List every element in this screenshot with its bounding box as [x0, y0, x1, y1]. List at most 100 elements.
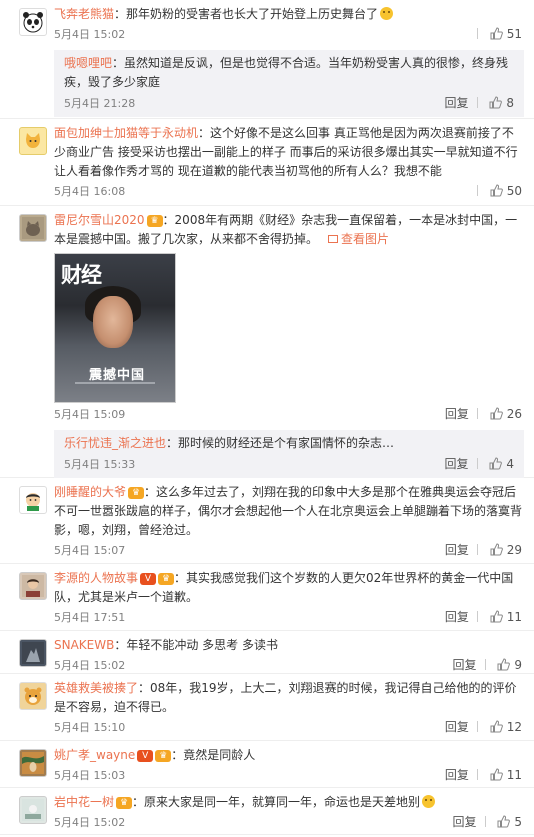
- comment-username[interactable]: 英雄救美被揍了: [54, 681, 138, 695]
- thumbs-up-icon: [497, 815, 511, 828]
- thumbs-up-icon: [497, 658, 511, 671]
- avatar[interactable]: [19, 639, 47, 667]
- comment-username[interactable]: 面包加绅士加猫等于永动机: [54, 126, 198, 140]
- avatar[interactable]: [19, 127, 47, 155]
- reply-text: 乐行忧违_渐之进也：那时候的财经还是个有家国情怀的杂志…: [64, 434, 516, 453]
- thumbs-up-icon: [490, 27, 503, 40]
- reply-time: 5月4日 21:28: [64, 97, 136, 110]
- reply-button[interactable]: 回复: [445, 407, 469, 421]
- like-button[interactable]: 29: [490, 543, 522, 557]
- like-count: 26: [506, 407, 522, 421]
- cat-photo-avatar-icon: [22, 217, 44, 239]
- photo-caption-line: [75, 382, 155, 384]
- reply-button[interactable]: 回复: [445, 610, 469, 624]
- reply-button[interactable]: 回复: [445, 543, 469, 557]
- reply-time: 5月4日 15:33: [64, 458, 136, 471]
- comment-meta: 5月4日 15:07 回复 29: [54, 541, 524, 560]
- thumbs-up-icon: [490, 610, 503, 623]
- like-count: 4: [506, 457, 514, 471]
- comment-time: 5月4日 15:02: [54, 659, 126, 672]
- comment-item: 刚睡醒的大爷 ♛ ：这么多年过去了，刘翔在我的印象中大多是那个在雅典奥运会夺冠后不可…: [0, 478, 534, 564]
- like-button[interactable]: 12: [490, 720, 522, 734]
- thumbs-up-icon: [490, 720, 503, 733]
- comment-body: ：年轻不能冲动 多思考 多读书: [114, 638, 278, 652]
- reply-text: 哦嗯哩吧：虽然知道是反讽，但是也觉得不合适。当年奶粉受害人真的很惨，终身残疾，毁…: [64, 54, 516, 92]
- divider: [484, 816, 486, 827]
- grin-emoji-icon: [380, 7, 394, 20]
- reply-button[interactable]: 回复: [453, 658, 477, 672]
- thumbs-up-icon: [490, 407, 503, 420]
- comment-username[interactable]: 姚广孝_wayne: [54, 748, 135, 762]
- verified-v-badge-icon: V: [140, 573, 157, 585]
- comment-username[interactable]: SNAKEWB: [54, 638, 114, 652]
- panda-avatar-icon: [23, 12, 43, 33]
- comment-text: 姚广孝_wayne V ♛ ：竟然是同龄人: [54, 746, 524, 765]
- magazine-logo: 财经: [61, 262, 102, 287]
- like-button[interactable]: 9: [497, 658, 522, 672]
- vip-badge-icon: ♛: [146, 215, 163, 227]
- like-button[interactable]: 4: [489, 457, 514, 471]
- attached-photo[interactable]: 财经 震撼中国: [54, 253, 176, 403]
- like-count: 12: [506, 720, 522, 734]
- thumbs-up-icon: [489, 457, 503, 470]
- thumbs-up-icon: [489, 96, 503, 109]
- magazine-cover-title: 震撼中国: [89, 368, 146, 383]
- comment-item: SNAKEWB：年轻不能冲动 多思考 多读书 5月4日 15:02 回复 9: [0, 631, 534, 674]
- avatar[interactable]: [19, 214, 47, 242]
- sweat-smile-emoji-icon: [422, 795, 436, 808]
- divider: [484, 659, 486, 670]
- avatar[interactable]: [19, 486, 47, 514]
- comment-meta: 5月4日 15:09 回复 26: [54, 405, 524, 424]
- like-button[interactable]: 11: [490, 610, 522, 624]
- vip-badge-icon: ♛: [116, 797, 133, 809]
- view-picture-link[interactable]: 查看图片: [328, 232, 389, 246]
- comment-body: ：竟然是同龄人: [171, 748, 256, 762]
- avatar[interactable]: [19, 8, 47, 36]
- comment-text: 刚睡醒的大爷 ♛ ：这么多年过去了，刘翔在我的印象中大多是那个在雅典奥运会夺冠后不可…: [54, 483, 524, 540]
- comment-body: ：原来大家是同一年，就算同一年，命运也是天差地别: [132, 795, 421, 809]
- like-button[interactable]: 5: [497, 815, 522, 829]
- reply-button[interactable]: 回复: [445, 768, 469, 782]
- divider: [476, 28, 478, 39]
- like-count: 5: [514, 815, 522, 829]
- comment-time: 5月4日 15:10: [54, 721, 126, 734]
- comment-meta: 5月4日 15:02 51: [54, 25, 524, 44]
- reply-button[interactable]: 回复: [445, 720, 469, 734]
- comment-username[interactable]: 飞奔老熊猫: [54, 7, 114, 21]
- vip-badge-icon: ♛: [155, 750, 172, 762]
- comment-time: 5月4日 15:02: [54, 28, 126, 41]
- like-button[interactable]: 11: [490, 768, 522, 782]
- like-count: 29: [506, 543, 522, 557]
- comment-item: 岩中花一树 ♛ ：原来大家是同一年，就算同一年，命运也是天差地别 5月4日 15:0…: [0, 788, 534, 835]
- comment-username[interactable]: 刚睡醒的大爷: [54, 485, 126, 499]
- reply-username[interactable]: 哦嗯哩吧: [64, 56, 112, 70]
- thumbs-up-icon: [490, 184, 503, 197]
- comment-actions: 回复 26: [445, 405, 522, 424]
- avatar[interactable]: [19, 796, 47, 824]
- verified-v-badge-icon: V: [137, 750, 154, 762]
- comment-time: 5月4日 15:02: [54, 816, 126, 829]
- reply-username[interactable]: 乐行忧违_渐之进也: [64, 436, 166, 450]
- reply-button[interactable]: 回复: [453, 815, 477, 829]
- reply-block: 乐行忧违_渐之进也：那时候的财经还是个有家国情怀的杂志… 5月4日 15:33 …: [54, 430, 524, 478]
- comment-body: ：那年奶粉的受害者也长大了开始登上历史舞台了: [114, 7, 379, 21]
- like-button[interactable]: 8: [489, 96, 514, 110]
- reply-button[interactable]: 回复: [445, 457, 469, 471]
- like-button[interactable]: 51: [490, 27, 522, 41]
- like-button[interactable]: 26: [490, 407, 522, 421]
- avatar[interactable]: [19, 572, 47, 600]
- comment-time: 5月4日 17:51: [54, 611, 126, 624]
- comment-username[interactable]: 雷尼尔雪山2020: [54, 213, 145, 227]
- person-photo-avatar-icon: [22, 575, 44, 597]
- comment-username[interactable]: 李源的人物故事: [54, 571, 138, 585]
- avatar[interactable]: [19, 749, 47, 777]
- painting-avatar-icon: [22, 752, 44, 774]
- comment-text: 面包加绅士加猫等于永动机：这个好像不是这么回事 真正骂他是因为两次退赛前接了不少…: [54, 124, 524, 181]
- divider: [476, 611, 478, 622]
- like-button[interactable]: 50: [490, 184, 522, 198]
- divider: [476, 544, 478, 555]
- avatar[interactable]: [19, 682, 47, 710]
- comment-username[interactable]: 岩中花一树: [54, 795, 114, 809]
- comment-item: 雷尼尔雪山2020 ♛ ：2008年有两期《财经》杂志我一直保留着，一本是冰封中国，…: [0, 206, 534, 478]
- reply-button[interactable]: 回复: [445, 96, 469, 110]
